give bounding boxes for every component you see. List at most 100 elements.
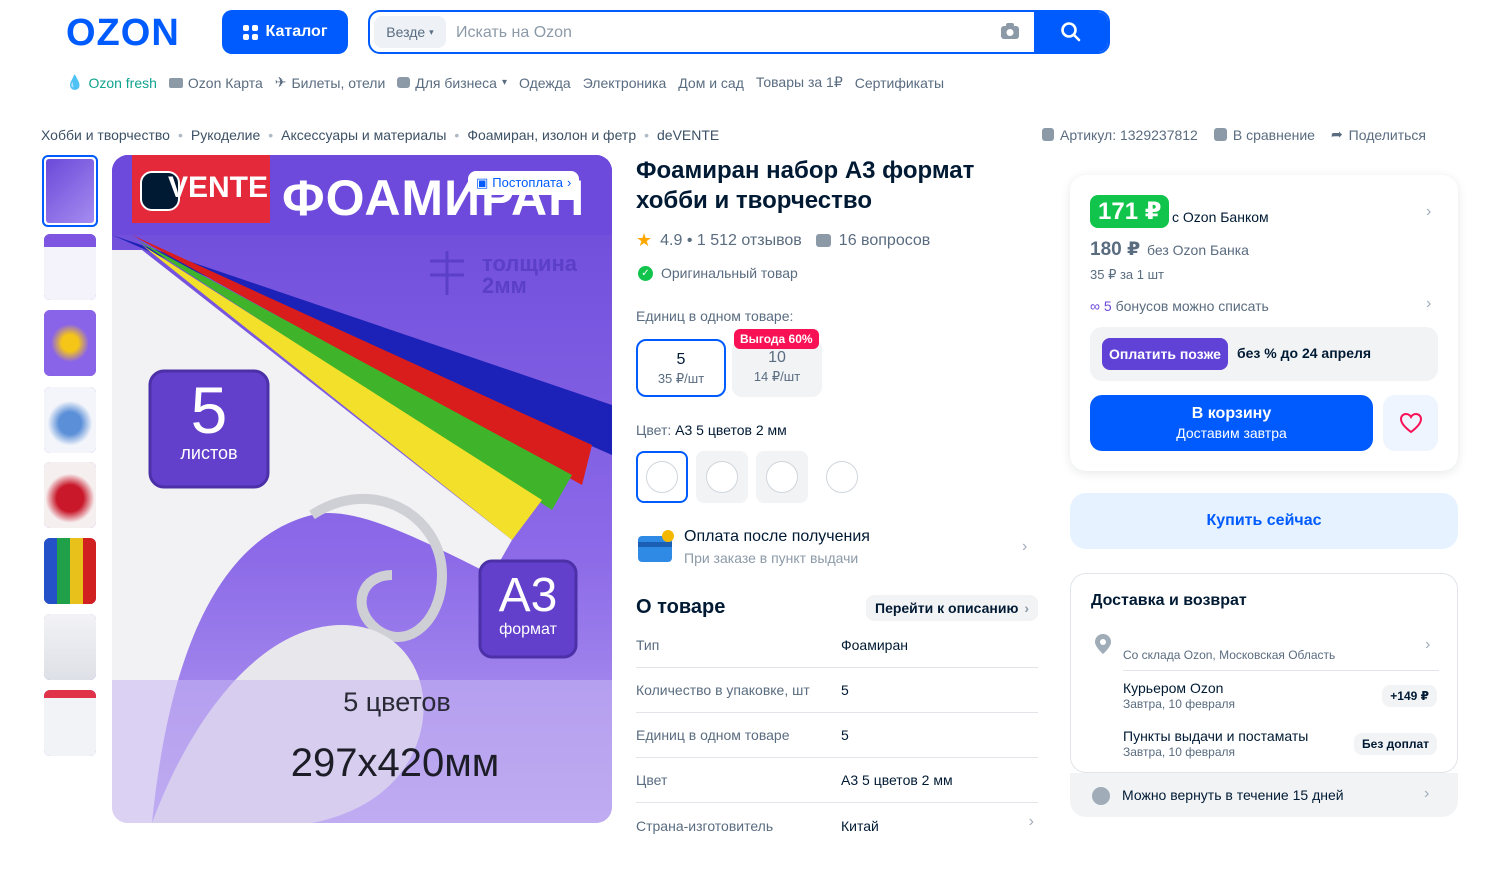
format-label: формат [499, 621, 557, 638]
thumbnail[interactable] [44, 690, 96, 756]
spec-key: Количество в упаковке, шт [636, 682, 810, 698]
pickup-label: Пункты выдачи и постаматы [1123, 728, 1309, 744]
questions-link[interactable]: 16 вопросов [839, 232, 931, 250]
nav-item-ozon-fresh[interactable]: 💧 Ozon fresh [66, 74, 157, 91]
color-swatch[interactable] [816, 451, 868, 503]
spec-value: 5 [841, 682, 849, 698]
nav-item-home[interactable]: Дом и сад [678, 75, 744, 91]
check-icon: ✓ [638, 265, 653, 281]
format-big: А3 [498, 569, 558, 622]
spec-row: Единиц в одном товаре 5 [636, 713, 1038, 758]
return-policy[interactable]: Можно вернуть в течение 15 дней › [1070, 773, 1458, 817]
nav-item-business[interactable]: Для бизнеса ▾ [397, 75, 507, 91]
thumbnail[interactable] [44, 462, 96, 528]
courier-price-tag: +149 ₽ [1382, 685, 1437, 707]
postpay-badge[interactable]: ▣ Постоплата › [468, 171, 580, 195]
article-copy[interactable]: Артикул: 1329237812 [1042, 126, 1198, 143]
search-scope-label: Везде [386, 24, 426, 40]
compare-button[interactable]: В сравнение [1213, 126, 1315, 143]
rating-row[interactable]: ★ 4.9 • 1 512 отзывов 16 вопросов [636, 230, 930, 251]
thumbnail[interactable] [44, 387, 96, 453]
color-swatch[interactable] [696, 451, 748, 503]
question-icon [815, 234, 831, 247]
search-input[interactable]: Искать на Ozon [456, 24, 572, 42]
pickup-option[interactable]: Пункты выдачи и постаматы Завтра, 10 февр… [1123, 728, 1308, 759]
thickness-label: толщина [482, 251, 577, 276]
add-to-cart-button[interactable]: В корзину Доставим завтра [1090, 395, 1373, 451]
spec-row[interactable]: Страна-изготовитель Китай › [636, 803, 1038, 848]
color-label: Цвет: А3 5 цветов 2 мм [636, 422, 787, 438]
thumbnail[interactable] [42, 155, 98, 227]
briefcase-icon [397, 77, 411, 88]
color-swatch[interactable] [636, 451, 688, 503]
share-button[interactable]: ➦ Поделиться [1331, 126, 1426, 143]
thumbnail[interactable] [44, 234, 96, 300]
credit-card-icon [638, 530, 674, 562]
nav-item-ozon-card[interactable]: Ozon Карта [168, 75, 263, 91]
star-icon: ★ [636, 230, 653, 250]
thumbnail[interactable] [44, 614, 96, 680]
bonus-row[interactable]: ∞ 5 бонусов можно списать [1090, 298, 1269, 314]
logo-text: OZON [66, 14, 180, 50]
thumbnail[interactable] [44, 310, 96, 376]
size-text: 297x420мм [290, 741, 500, 785]
product-image[interactable]: VENTE ФОАМИРАН ▣ Постоплата › толщина 2мм … [112, 155, 612, 823]
payment-after-receipt[interactable]: Оплата после получения При заказе в пунк… [636, 528, 1036, 572]
cart-label: В корзину [1191, 405, 1272, 422]
nav-item-tickets[interactable]: ✈ Билеты, отели [275, 74, 386, 91]
pay-title: Оплата после получения [684, 528, 870, 545]
nav-item-clothes[interactable]: Одежда [519, 75, 571, 91]
pay-later-block[interactable]: Оплатить позже без % до 24 апреля [1090, 327, 1438, 381]
breadcrumb-item[interactable]: deVENTE [657, 127, 719, 143]
camera-icon[interactable] [1000, 22, 1020, 45]
favorite-button[interactable] [1383, 395, 1438, 451]
pickup-date: Завтра, 10 февраля [1123, 745, 1235, 759]
buy-now-button[interactable]: Купить сейчас [1070, 493, 1458, 549]
rating-text[interactable]: 4.9 • 1 512 отзывов [660, 232, 802, 250]
search-scope-dropdown[interactable]: Везде ▾ [374, 16, 446, 48]
product-actions: Артикул: 1329237812 В сравнение ➦ Поделит… [1042, 126, 1426, 143]
chevron-right-icon[interactable]: › [1426, 295, 1431, 313]
breadcrumb-item[interactable]: Рукоделие [191, 127, 260, 143]
nav-label: Ozon fresh [88, 74, 157, 91]
spec-value: 5 [841, 727, 849, 743]
chevron-right-icon[interactable]: › [1426, 203, 1431, 221]
nav-label: Дом и сад [678, 74, 744, 91]
unit-price: 35 ₽/шт [657, 371, 705, 386]
catalog-label: Каталог [265, 23, 328, 40]
nav-item-1rub[interactable]: Товары за 1₽ [756, 74, 843, 91]
courier-date: Завтра, 10 февраля [1123, 697, 1235, 711]
postpay-label: Постоплата [492, 175, 564, 190]
grid-icon [242, 24, 258, 40]
color-swatch[interactable] [756, 451, 808, 503]
copy-icon [1042, 128, 1054, 141]
breadcrumb-item[interactable]: Аксессуары и материалы [281, 127, 446, 143]
pay-subtitle: При заказе в пункт выдачи [684, 550, 859, 566]
nav-item-electronics[interactable]: Электроника [583, 75, 667, 91]
search-button[interactable] [1034, 12, 1108, 52]
bonus-icon: ∞ [1090, 298, 1100, 314]
chevron-down-icon: ▾ [429, 26, 434, 37]
courier-option[interactable]: Курьером Ozon Завтра, 10 февраля [1123, 680, 1235, 711]
brand-text: VENTE [168, 171, 269, 204]
thumbnail[interactable] [44, 538, 96, 604]
chevron-right-icon[interactable]: › [1425, 636, 1430, 654]
nav-item-certificates[interactable]: Сертификаты [855, 75, 944, 91]
pickup-price-tag: Без доплат [1354, 733, 1437, 755]
catalog-button[interactable]: Каталог [222, 10, 348, 54]
sheets-label: листов [180, 443, 238, 463]
pay-later-button[interactable]: Оплатить позже [1102, 338, 1228, 370]
share-label: Поделиться [1348, 126, 1426, 143]
breadcrumb-item[interactable]: Хобби и творчество [41, 127, 170, 143]
unit-count: 5 [676, 351, 686, 368]
goto-description-button[interactable]: Перейти к описанию › [866, 595, 1039, 621]
unit-option-5[interactable]: 5 35 ₽/шт [636, 339, 726, 397]
product-title: Фоамиран набор А3 формат хобби и творчес… [636, 157, 975, 214]
ozon-logo[interactable]: OZON [66, 12, 196, 54]
bonus-text: бонусов можно списать [1115, 298, 1269, 314]
breadcrumb-item[interactable]: Фоамиран, изолон и фетр [467, 127, 636, 143]
thickness-value: 2мм [482, 273, 527, 298]
spec-row: Количество в упаковке, шт 5 [636, 668, 1038, 713]
truck-icon: ▣ [476, 175, 489, 190]
nav-label: Товары за 1₽ [755, 74, 843, 90]
